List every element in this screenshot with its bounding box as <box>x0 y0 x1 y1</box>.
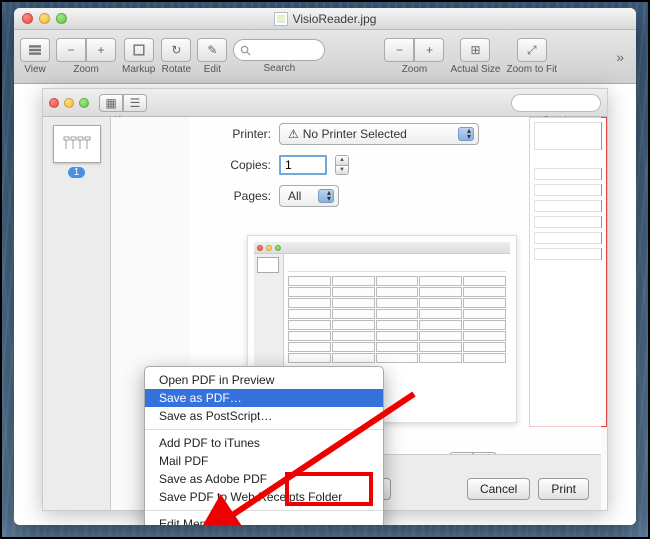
sub-toolbar: ▦ ☰ View Search <box>43 89 607 117</box>
file-icon <box>274 12 288 26</box>
search-label: Search <box>264 63 296 74</box>
menu-mail-pdf[interactable]: Mail PDF <box>145 452 383 470</box>
preview-app-window: VisioReader.jpg View − + Zoom Markup ↻ R… <box>14 8 636 525</box>
menu-save-as-postscript[interactable]: Save as PostScript… <box>145 407 383 425</box>
zoom-in-button[interactable]: + <box>86 38 116 62</box>
sub-close-button[interactable] <box>49 98 59 108</box>
markup-label: Markup <box>122 64 155 75</box>
menu-edit-menu[interactable]: Edit Menu… <box>145 515 383 525</box>
sub-view-mode-2[interactable]: ☰ <box>123 94 147 112</box>
view-label: View <box>24 64 46 75</box>
zoom-label: Zoom <box>73 64 99 75</box>
print-button[interactable]: Print <box>538 478 589 500</box>
view-button[interactable] <box>20 38 50 62</box>
edit-label: Edit <box>204 64 221 75</box>
menu-add-pdf-itunes[interactable]: Add PDF to iTunes <box>145 434 383 452</box>
edit-button[interactable]: ✎ <box>197 38 227 62</box>
zoom-to-fit-label: Zoom to Fit <box>507 64 558 75</box>
copies-stepper[interactable]: ▲▼ <box>335 155 349 175</box>
cancel-button[interactable]: Cancel <box>467 478 530 500</box>
sub-minimize-button[interactable] <box>64 98 74 108</box>
menu-save-adobe-pdf[interactable]: Save as Adobe PDF <box>145 470 383 488</box>
zoom-in-button-2[interactable]: + <box>414 38 444 62</box>
menu-save-as-pdf[interactable]: Save as PDF… <box>145 389 383 407</box>
thumbnail-page-number: 1 <box>68 167 86 178</box>
minimize-button[interactable] <box>39 13 50 24</box>
copies-input[interactable] <box>279 155 327 175</box>
menu-separator <box>145 510 383 511</box>
zoom-label-2: Zoom <box>402 64 428 75</box>
actual-size-button[interactable]: ⊞ <box>460 38 490 62</box>
printer-value: No Printer Selected <box>303 127 407 141</box>
printer-label: Printer: <box>219 127 271 141</box>
stepper-up-icon: ▲ <box>336 156 348 166</box>
overflow-chevron-icon[interactable]: » <box>616 49 630 65</box>
sub-search-field[interactable] <box>511 94 601 112</box>
close-button[interactable] <box>22 13 33 24</box>
markup-button[interactable] <box>124 38 154 62</box>
menu-save-web-receipts[interactable]: Save PDF to Web Receipts Folder <box>145 488 383 506</box>
printer-dropdown[interactable]: ⚠ No Printer Selected ▴▾ <box>279 123 479 145</box>
window-title: VisioReader.jpg <box>293 12 377 26</box>
menu-separator <box>145 429 383 430</box>
zoom-out-button[interactable]: − <box>56 38 86 62</box>
rotate-button[interactable]: ↻ <box>161 38 191 62</box>
warning-icon: ⚠ <box>288 127 299 141</box>
titlebar: VisioReader.jpg <box>14 8 636 30</box>
main-toolbar: View − + Zoom Markup ↻ Rotate ✎ Edit Sea… <box>14 30 636 84</box>
copies-label: Copies: <box>219 158 271 172</box>
rotate-label: Rotate <box>162 64 191 75</box>
pages-label: Pages: <box>219 189 271 203</box>
menu-open-pdf-preview[interactable]: Open PDF in Preview <box>145 371 383 389</box>
page-thumbnail-1[interactable] <box>53 125 101 163</box>
actual-size-label: Actual Size <box>450 64 500 75</box>
zoom-out-button-2[interactable]: − <box>384 38 414 62</box>
stepper-down-icon: ▼ <box>336 166 348 175</box>
pages-value: All <box>288 189 301 203</box>
thumbnail-sidebar: 1 <box>43 117 111 510</box>
sub-zoom-button[interactable] <box>79 98 89 108</box>
sub-view-mode-1[interactable]: ▦ <box>99 94 123 112</box>
zoom-to-fit-button[interactable]: ⤢ <box>517 38 547 62</box>
toolbar-search[interactable] <box>233 39 325 61</box>
pdf-context-menu: Open PDF in Preview Save as PDF… Save as… <box>144 366 384 525</box>
pages-dropdown[interactable]: All ▴▾ <box>279 185 339 207</box>
content-area: ▦ ☰ View Search 1 <box>14 84 636 525</box>
zoom-button[interactable] <box>56 13 67 24</box>
